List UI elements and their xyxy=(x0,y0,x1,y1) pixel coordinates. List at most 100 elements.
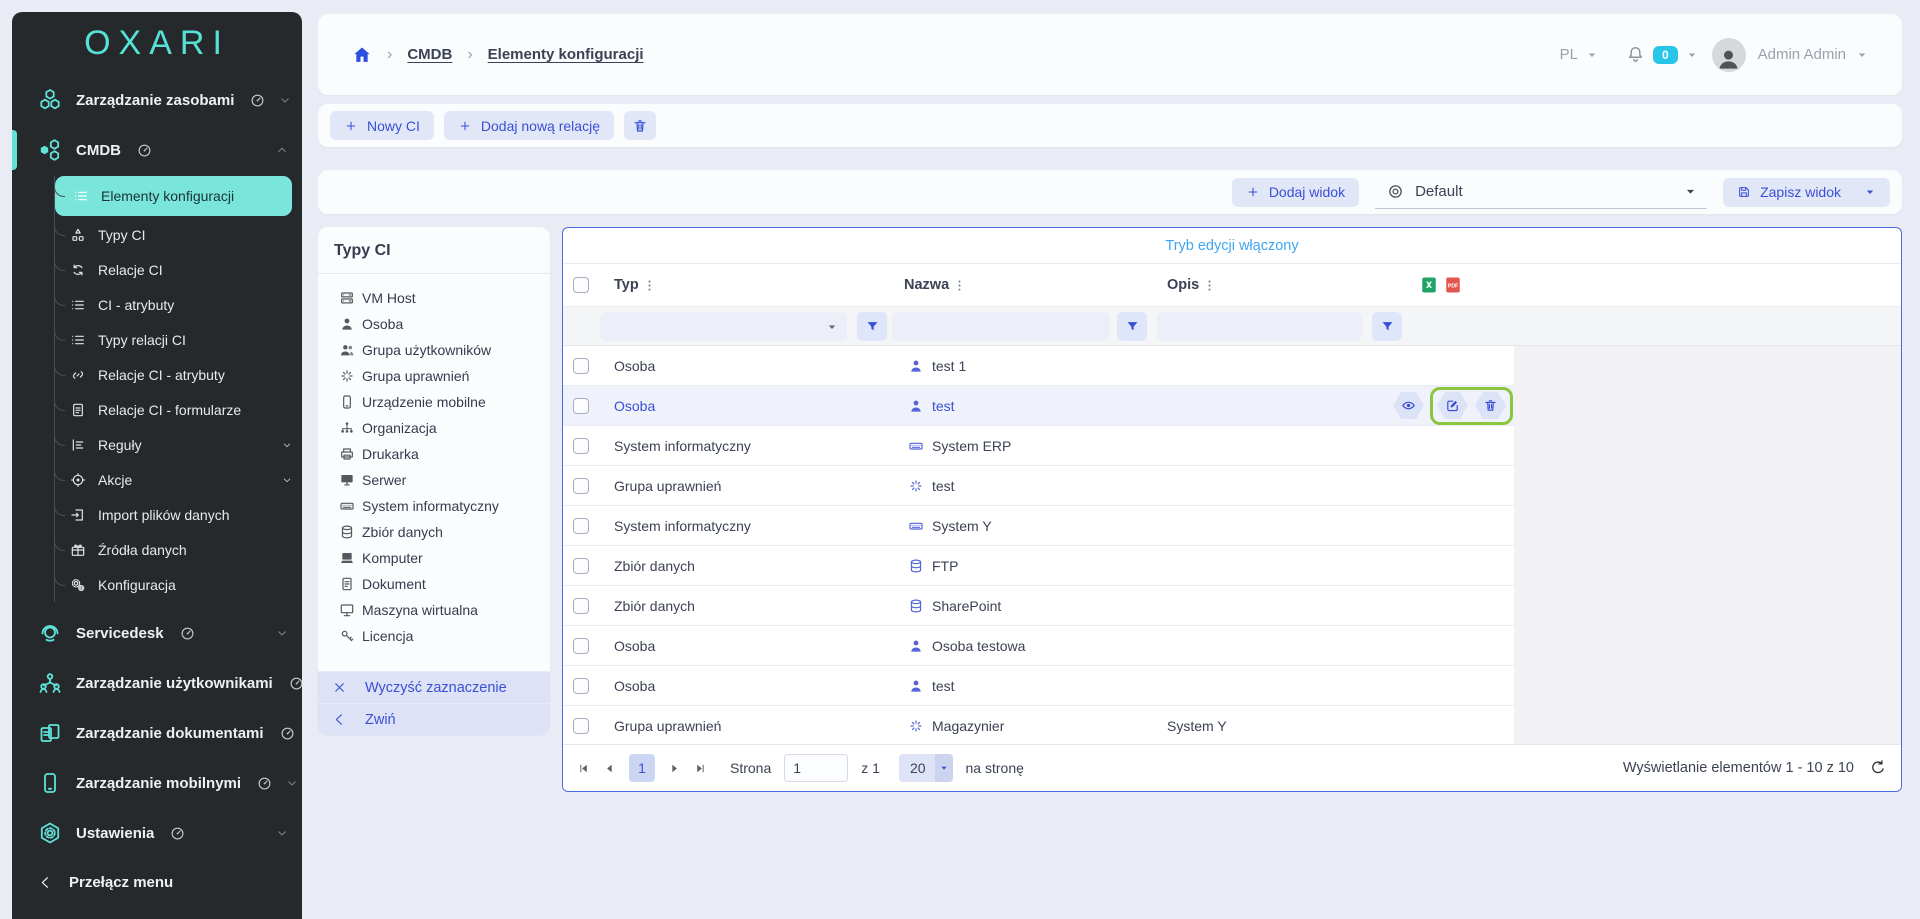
ci-types-panel: Typy CI VM HostOsobaGrupa użytkownikówGr… xyxy=(318,227,550,735)
ci-type-item-zbior-danych[interactable]: Zbiór danych xyxy=(339,519,550,545)
clear-selection-button[interactable]: Wyczyść zaznaczenie xyxy=(318,671,550,703)
table-row[interactable]: Grupa uprawnieńtest xyxy=(563,466,1514,506)
sidebar-section-servicedesk[interactable]: Servicedesk xyxy=(12,608,302,658)
table-row[interactable]: Osobatest 1 xyxy=(563,346,1514,386)
home-icon[interactable] xyxy=(352,45,372,65)
refresh-icon[interactable] xyxy=(1869,759,1887,777)
delete-selected-button[interactable] xyxy=(624,111,656,140)
sidebar-section-zarzadzanie-uzytkownikami[interactable]: Zarządzanie użytkownikami xyxy=(12,658,302,708)
sidebar-item-reguly[interactable]: Reguły xyxy=(55,427,292,462)
sidebar-item-relacje-ci-atrybuty[interactable]: Relacje CI - atrybuty xyxy=(55,357,292,392)
column-menu-icon[interactable] xyxy=(952,278,967,293)
opis-filter-input[interactable] xyxy=(1157,312,1362,341)
caret-down-icon[interactable] xyxy=(1856,49,1868,61)
last-page-icon[interactable] xyxy=(694,762,707,775)
current-page-button[interactable]: 1 xyxy=(629,754,655,782)
bell-icon[interactable] xyxy=(1626,45,1645,64)
breadcrumb-current-link[interactable]: Elementy konfiguracji xyxy=(488,46,644,63)
ci-type-item-licencja[interactable]: Licencja xyxy=(339,623,550,649)
ci-type-item-grupa-uzytkownikow[interactable]: Grupa użytkowników xyxy=(339,337,550,363)
sidebar-item-elementy-konfiguracji[interactable]: Elementy konfiguracji xyxy=(55,176,292,216)
notification-badge[interactable]: 0 xyxy=(1653,46,1678,64)
pdf-export-icon[interactable]: PDF xyxy=(1444,276,1462,294)
table-row[interactable]: Osobatest xyxy=(563,666,1514,706)
nazwa-filter-button[interactable] xyxy=(1117,312,1147,341)
add-relation-button[interactable]: Dodaj nową relację xyxy=(444,111,614,140)
sidebar-section-zarzadzanie-zasobami[interactable]: Zarządzanie zasobami xyxy=(12,75,302,125)
save-view-button[interactable]: Zapisz widok xyxy=(1723,178,1890,207)
row-checkbox[interactable] xyxy=(573,478,589,494)
sidebar-item-relacje-ci-formularze[interactable]: Relacje CI - formularze xyxy=(55,392,292,427)
table-row[interactable]: System informatycznySystem Y xyxy=(563,506,1514,546)
ci-type-item-system-informatyczny[interactable]: System informatyczny xyxy=(339,493,550,519)
row-checkbox[interactable] xyxy=(573,398,589,414)
edit-icon xyxy=(1445,398,1460,413)
ci-type-item-organizacja[interactable]: Organizacja xyxy=(339,415,550,441)
nazwa-filter-input[interactable] xyxy=(892,312,1110,341)
opis-filter-button[interactable] xyxy=(1372,312,1402,341)
page-size-select[interactable]: 20 xyxy=(899,754,953,782)
user-name[interactable]: Admin Admin xyxy=(1758,46,1846,63)
excel-export-icon[interactable] xyxy=(1420,276,1438,294)
next-page-icon[interactable] xyxy=(668,762,681,775)
ci-type-item-vm-host[interactable]: VM Host xyxy=(339,285,550,311)
caret-down-icon xyxy=(1864,186,1876,198)
row-checkbox[interactable] xyxy=(573,438,589,454)
table-row[interactable]: Osobatest xyxy=(563,386,1514,426)
row-checkbox[interactable] xyxy=(573,598,589,614)
column-menu-icon[interactable] xyxy=(642,278,657,293)
sidebar-item-import-plikow-danych[interactable]: Import plików danych xyxy=(55,497,292,532)
row-checkbox[interactable] xyxy=(573,638,589,654)
previous-page-icon[interactable] xyxy=(603,762,616,775)
select-all-checkbox[interactable] xyxy=(573,277,589,293)
sidebar-item-zrodla-danych[interactable]: Źródła danych xyxy=(55,532,292,567)
table-row[interactable]: System informatycznySystem ERP xyxy=(563,426,1514,466)
row-checkbox[interactable] xyxy=(573,718,589,734)
table-row[interactable]: OsobaOsoba testowa xyxy=(563,626,1514,666)
first-page-icon[interactable] xyxy=(577,762,590,775)
row-checkbox[interactable] xyxy=(573,558,589,574)
table-row[interactable]: Zbiór danychSharePoint xyxy=(563,586,1514,626)
ci-type-item-maszyna-wirtualna[interactable]: Maszyna wirtualna xyxy=(339,597,550,623)
sidebar-section-zarzadzanie-dokumentami[interactable]: Zarządzanie dokumentami xyxy=(12,708,302,758)
language-selector[interactable]: PL xyxy=(1560,46,1598,63)
collapse-panel-button[interactable]: Zwiń xyxy=(318,703,550,735)
ci-type-item-urzadzenie-mobilne[interactable]: Urządzenie mobilne xyxy=(339,389,550,415)
sidebar-item-typy-ci[interactable]: Typy CI xyxy=(55,217,292,252)
sidebar-item-konfiguracja[interactable]: Konfiguracja xyxy=(55,567,292,602)
ci-type-item-osoba[interactable]: Osoba xyxy=(339,311,550,337)
avatar[interactable] xyxy=(1712,38,1746,72)
page-number-input[interactable] xyxy=(784,754,848,782)
ci-type-item-drukarka[interactable]: Drukarka xyxy=(339,441,550,467)
row-checkbox[interactable] xyxy=(573,518,589,534)
active-section-indicator xyxy=(12,130,17,170)
ci-type-item-dokument[interactable]: Dokument xyxy=(339,571,550,597)
typ-filter-button[interactable] xyxy=(857,312,887,341)
ci-type-item-serwer[interactable]: Serwer xyxy=(339,467,550,493)
add-view-button[interactable]: Dodaj widok xyxy=(1232,178,1359,207)
sidebar-section-cmdb[interactable]: CMDB xyxy=(12,125,302,175)
typ-filter-dropdown[interactable] xyxy=(600,312,847,341)
column-menu-icon[interactable] xyxy=(1202,278,1217,293)
sidebar-section-ustawienia[interactable]: Ustawienia xyxy=(12,808,302,858)
sidebar-item-relacje-ci[interactable]: Relacje CI xyxy=(55,252,292,287)
view-select[interactable]: Default xyxy=(1375,175,1707,209)
edit-button[interactable] xyxy=(1437,392,1468,420)
table-row[interactable]: Zbiór danychFTP xyxy=(563,546,1514,586)
table-header-row: Typ Nazwa Opis PDF xyxy=(563,264,1901,306)
sidebar-section-zarzadzanie-mobilnymi[interactable]: Zarządzanie mobilnymi xyxy=(12,758,302,808)
ci-type-item-grupa-uprawnien[interactable]: Grupa uprawnień xyxy=(339,363,550,389)
delete-button[interactable] xyxy=(1475,392,1506,420)
row-checkbox[interactable] xyxy=(573,358,589,374)
breadcrumb-cmdb-link[interactable]: CMDB xyxy=(407,46,452,63)
table-row[interactable]: Grupa uprawnieńMagazynierSystem Y xyxy=(563,706,1514,746)
caret-down-icon[interactable] xyxy=(1686,49,1698,61)
ci-type-item-komputer[interactable]: Komputer xyxy=(339,545,550,571)
sidebar-item-typy-relacji-ci[interactable]: Typy relacji CI xyxy=(55,322,292,357)
view-button[interactable] xyxy=(1393,392,1424,420)
sidebar-item-akcje[interactable]: Akcje xyxy=(55,462,292,497)
menu-toggle-button[interactable]: Przełącz menu xyxy=(12,858,302,919)
sidebar-item-ci-atrybuty[interactable]: CI - atrybuty xyxy=(55,287,292,322)
new-ci-button[interactable]: Nowy CI xyxy=(330,111,434,140)
row-checkbox[interactable] xyxy=(573,678,589,694)
